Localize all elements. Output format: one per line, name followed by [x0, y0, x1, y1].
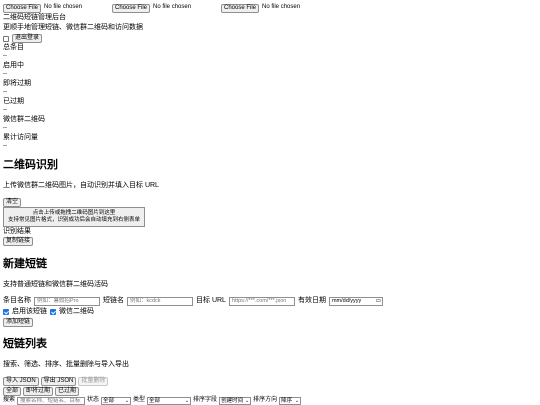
filter-all-button[interactable]: 全部: [3, 387, 22, 396]
export-json-button[interactable]: 导出 JSON: [40, 377, 77, 386]
list-title: 短链列表: [3, 338, 47, 350]
logout-row: 退出登录: [3, 34, 43, 43]
add-link-button[interactable]: 添加短链: [3, 318, 34, 327]
calendar-icon[interactable]: ▭: [376, 298, 381, 305]
chevron-down-icon: ⌄: [294, 398, 300, 404]
stat-label-expiring: 即将过期: [3, 80, 31, 87]
search-input[interactable]: 搜索名称、短链名、目标: [17, 397, 86, 405]
stat-label-visits: 累计访问量: [3, 134, 38, 141]
choose-file-button-2[interactable]: Choose File: [112, 3, 151, 13]
list-search-row: 搜索 搜索名称、短链名、目标 状态 全部 ⌄ 类型 全部 ⌄ 排序字段 创建时间…: [3, 397, 302, 405]
logout-checkbox[interactable]: [3, 35, 9, 42]
chevron-down-icon: ⌄: [244, 398, 250, 404]
qr-section-title: 二维码识别: [3, 159, 58, 171]
file-status-1: No file chosen: [44, 4, 83, 11]
sort-field-select-value: 创建时间: [221, 398, 244, 404]
wechat-checkbox[interactable]: [50, 309, 56, 316]
url-label: 目标 URL: [196, 297, 226, 305]
wechat-label: 微信二维码: [59, 308, 94, 315]
choose-file-button-1[interactable]: Choose File: [3, 3, 42, 13]
file-picker-row: Choose File No file chosen Choose File N…: [3, 3, 330, 13]
qr-clear-button[interactable]: 清空: [3, 198, 22, 207]
short-input[interactable]: 例如：kcdck: [127, 297, 193, 306]
type-select[interactable]: 全部 ⌄: [147, 397, 192, 405]
type-label: 类型: [133, 397, 146, 404]
new-link-options-row: 启用该短链 微信二维码: [3, 308, 94, 316]
sort-field-label: 排序字段: [193, 397, 218, 404]
stat-value-wechat: --: [3, 125, 7, 131]
list-desc: 搜索、筛选、排序、批量删除与导入导出: [3, 361, 129, 368]
expire-date-input[interactable]: mm/dd/yyyy ▭: [328, 297, 383, 306]
page-subtitle: 更顺手地管理短链、微信群二维码和访问数据: [3, 24, 143, 31]
stat-value-enabled: --: [3, 71, 7, 77]
list-actions-row: 导入 JSON 导出 JSON 批量删除: [3, 377, 109, 386]
file-status-3: No file chosen: [262, 4, 301, 11]
filter-expiring-button[interactable]: 即将过期: [23, 387, 54, 396]
filter-expired-button[interactable]: 已过期: [55, 387, 80, 396]
file-picker-2[interactable]: Choose File No file chosen: [112, 3, 221, 13]
file-status-2: No file chosen: [153, 4, 192, 11]
enable-checkbox[interactable]: [3, 309, 9, 316]
expire-label: 有效日期: [297, 297, 326, 305]
import-json-button[interactable]: 导入 JSON: [3, 377, 39, 386]
sort-field-select[interactable]: 创建时间 ⌄: [219, 397, 252, 405]
chevron-down-icon: ⌄: [184, 398, 190, 404]
qr-upload-dropzone[interactable]: 点击上传或拖拽二维码图片到这里 支持常见图片格式，识别成功后会自动填充到右侧表单: [3, 207, 145, 227]
dropzone-line-1: 点击上传或拖拽二维码图片到这里: [32, 210, 116, 216]
short-label: 短链名: [103, 297, 124, 305]
file-picker-3[interactable]: Choose File No file chosen: [221, 3, 330, 13]
enable-label: 启用该短链: [12, 308, 47, 315]
logout-button[interactable]: 退出登录: [12, 34, 43, 43]
qr-section-desc: 上传微信群二维码图片，自动识别并填入目标 URL: [3, 182, 159, 189]
sort-dir-label: 排序方向: [253, 397, 278, 404]
status-label: 状态: [87, 397, 100, 404]
copy-link-button[interactable]: 复制链接: [3, 237, 34, 246]
name-input[interactable]: 例如：暑假招Pro: [34, 297, 100, 306]
expire-date-text: mm/dd/yyyy: [331, 298, 362, 304]
page-title: 二维码短链管理后台: [3, 14, 66, 21]
new-link-desc: 支持普通短链和微信群二维码活码: [3, 281, 108, 288]
url-input[interactable]: https://***.com/***.json: [228, 297, 295, 306]
new-link-form-row: 条目名称 例如：暑假招Pro 短链名 例如：kcdck 目标 URL https…: [3, 297, 383, 306]
stat-label-expired: 已过期: [3, 98, 24, 105]
list-filter-row: 全部 即将过期 已过期: [3, 387, 80, 396]
name-label: 条目名称: [3, 297, 31, 305]
stat-value-expiring: --: [3, 89, 7, 95]
stat-value-expired: --: [3, 107, 7, 113]
sort-dir-select-value: 降序: [281, 398, 293, 404]
new-link-title: 新建短链: [3, 258, 47, 270]
chevron-down-icon: ⌄: [124, 398, 130, 404]
choose-file-button-3[interactable]: Choose File: [221, 3, 260, 13]
file-picker-1[interactable]: Choose File No file chosen: [3, 3, 112, 13]
search-label: 搜索: [3, 397, 16, 404]
stat-label-total: 总条目: [3, 44, 24, 51]
stat-label-wechat: 微信群二维码: [3, 116, 45, 123]
dropzone-line-2: 支持常见图片格式，识别成功后会自动填充到右侧表单: [7, 217, 140, 223]
batch-delete-button[interactable]: 批量删除: [78, 377, 109, 386]
sort-dir-select[interactable]: 降序 ⌄: [279, 397, 302, 405]
stat-value-total: --: [3, 53, 7, 59]
stat-value-visits: --: [3, 143, 7, 149]
qr-result-label: 识别结果: [3, 228, 31, 235]
stat-label-enabled: 启用中: [3, 62, 24, 69]
status-select[interactable]: 全部 ⌄: [101, 397, 132, 405]
type-select-value: 全部: [149, 398, 161, 404]
status-select-value: 全部: [103, 398, 115, 404]
